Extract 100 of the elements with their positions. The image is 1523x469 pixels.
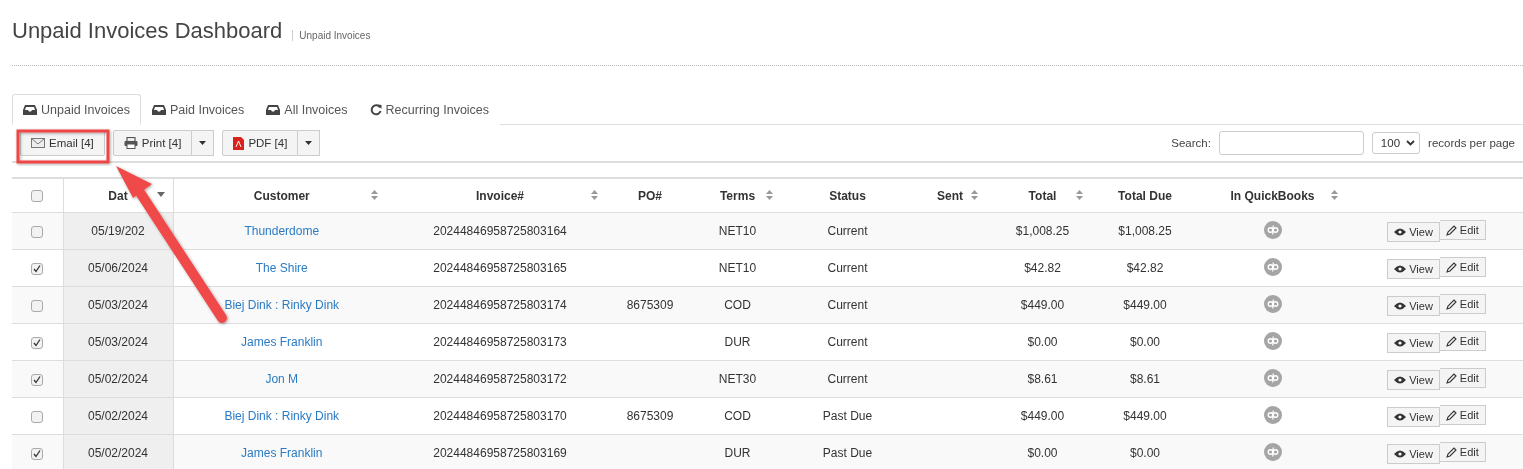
table-cell: 05/02/2024 [87, 409, 149, 423]
table-cell: $8.61 [1130, 372, 1160, 386]
breadcrumb[interactable]: Unpaid Invoices [292, 30, 371, 41]
tab[interactable]: Unpaid Invoices [12, 94, 141, 125]
table-cell: $0.00 [1027, 446, 1058, 460]
edit-button[interactable]: Edit [1439, 257, 1486, 278]
customer-link[interactable]: Biej Dink : Rinky Dink [224, 298, 340, 312]
table-cell: DUR [724, 446, 751, 460]
pencil-icon [1445, 261, 1457, 273]
eye-icon [1394, 449, 1407, 458]
customer-link[interactable]: Thunderdome [244, 224, 320, 238]
table-cell: $42.82 [1024, 261, 1061, 275]
column-header[interactable]: PO# [610, 179, 690, 212]
column-header[interactable]: Dat [63, 179, 173, 212]
table-cell: $1,008.25 [1118, 224, 1172, 238]
row-checkbox[interactable] [31, 373, 44, 386]
eye-icon [1394, 412, 1407, 421]
edit-button[interactable]: Edit [1439, 294, 1486, 315]
table-cell: DUR [724, 335, 751, 349]
column-header[interactable]: Total Due [1095, 179, 1195, 212]
refresh-icon [369, 103, 382, 116]
eye-icon [1394, 227, 1407, 236]
table-cell: $0.00 [1130, 446, 1160, 460]
table-cell: 05/06/2024 [87, 261, 149, 275]
row-checkbox[interactable] [31, 299, 44, 312]
table-cell: 8675309 [626, 298, 674, 312]
column-header[interactable]: In QuickBooks [1195, 179, 1350, 212]
column-header[interactable]: Total [990, 179, 1095, 212]
row-checkbox[interactable] [31, 225, 44, 238]
table-cell: $0.00 [1027, 335, 1058, 349]
dropdown-button[interactable] [298, 130, 321, 156]
checkmark-icon [33, 375, 42, 384]
table-cell: $449.00 [1123, 298, 1167, 312]
customer-link[interactable]: Biej Dink : Rinky Dink [224, 409, 340, 423]
table-cell: Current [827, 335, 868, 349]
chevron-icon [1406, 140, 1416, 146]
view-button[interactable]: View [1387, 369, 1440, 390]
search-field[interactable] [1218, 131, 1364, 155]
pencil-icon [1445, 409, 1457, 421]
table-cell: 20244846958725803173 [433, 335, 567, 349]
search-label: Search: [1171, 137, 1211, 149]
view-button[interactable]: View [1387, 295, 1440, 316]
edit-button[interactable]: Edit [1439, 368, 1486, 389]
caret-icon [305, 141, 313, 145]
column-header[interactable]: Status [785, 179, 910, 212]
table-cell: COD [724, 298, 751, 312]
select-all-checkbox[interactable] [31, 190, 44, 203]
pencil-icon [1445, 335, 1457, 347]
page-size-label: records per page [1428, 137, 1515, 149]
eye-icon [1394, 338, 1407, 347]
checkmark-icon [33, 264, 42, 273]
view-button[interactable]: View [1387, 221, 1440, 242]
tray-icon [23, 104, 37, 115]
table-cell: 20244846958725803164 [433, 224, 567, 238]
quickbooks-logo-icon [1263, 405, 1282, 424]
edit-button[interactable]: Edit [1439, 331, 1486, 352]
pencil-icon [1445, 298, 1457, 310]
table-cell: COD [724, 409, 751, 423]
edit-button[interactable]: Edit [1439, 220, 1486, 241]
toolbar-button[interactable]: Print [4] [112, 130, 193, 156]
toolbar-button[interactable]: PDF [4] [222, 130, 299, 156]
edit-button[interactable]: Edit [1439, 442, 1486, 463]
table-cell: NET30 [718, 372, 757, 386]
row-checkbox[interactable] [31, 336, 44, 349]
view-button[interactable]: View [1387, 406, 1440, 427]
table-cell: 20244846958725803170 [433, 409, 567, 423]
row-checkbox[interactable] [31, 262, 44, 275]
pencil-icon [1445, 224, 1457, 236]
quickbooks-logo-icon [1263, 220, 1282, 239]
envelope-icon [31, 138, 45, 148]
quickbooks-logo-icon [1263, 331, 1282, 350]
table-cell: Current [827, 298, 868, 312]
dropdown-button[interactable] [192, 130, 215, 156]
quickbooks-logo-icon [1263, 257, 1282, 276]
page-size-select[interactable]: 100 [1371, 132, 1421, 154]
quickbooks-logo-icon [1263, 442, 1282, 461]
view-button[interactable]: View [1387, 332, 1440, 353]
table-cell: 8675309 [626, 409, 674, 423]
table-cell: 05/02/2024 [87, 446, 149, 460]
page-title: Unpaid Invoices Dashboard [12, 18, 283, 44]
column-header[interactable]: Customer [173, 179, 390, 212]
customer-link[interactable]: James Franklin [241, 446, 323, 460]
table-cell: $1,008.25 [1015, 224, 1070, 238]
eye-icon [1394, 264, 1407, 273]
row-checkbox[interactable] [31, 447, 44, 460]
table-cell: Current [827, 224, 868, 238]
pencil-icon [1445, 446, 1457, 458]
table-cell: $449.00 [1020, 298, 1065, 312]
column-header[interactable]: Terms [690, 179, 785, 212]
view-button[interactable]: View [1387, 258, 1440, 279]
view-button[interactable]: View [1387, 443, 1440, 464]
pdf-icon [233, 136, 245, 150]
row-checkbox[interactable] [31, 410, 44, 423]
customer-link[interactable]: Jon M [265, 372, 299, 386]
column-header[interactable]: Sent [910, 179, 990, 212]
edit-button[interactable]: Edit [1439, 405, 1486, 426]
table-cell: $42.82 [1126, 261, 1164, 275]
customer-link[interactable]: James Franklin [241, 335, 323, 349]
customer-link[interactable]: The Shire [255, 261, 308, 275]
column-header[interactable]: Invoice# [390, 179, 610, 212]
